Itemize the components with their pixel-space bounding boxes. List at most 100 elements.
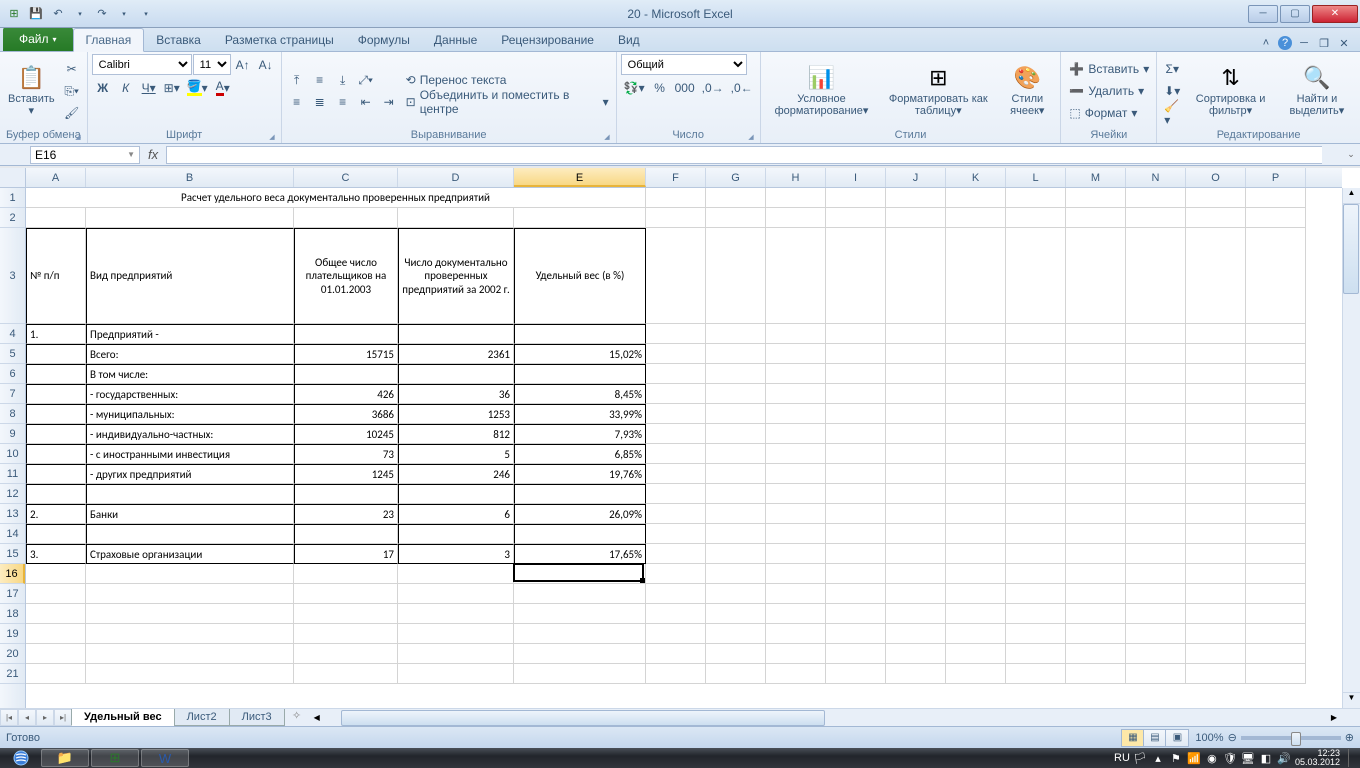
row-headers[interactable]: 123456789101112131415161718192021 [0,188,26,708]
normal-view-icon[interactable]: ▦ [1122,730,1144,746]
insert-cells-button[interactable]: ➕ Вставить ▾ [1065,59,1152,80]
tab-page-layout[interactable]: Разметка страницы [213,29,346,51]
tray-display-icon[interactable]: 🖥 [1241,751,1255,765]
align-top-icon[interactable]: ⤒ [286,70,308,91]
zoom-slider[interactable] [1241,736,1341,740]
sort-filter-button[interactable]: ⇅Сортировка и фильтр▾ [1185,58,1276,124]
workbook-min-icon[interactable]: ─ [1296,35,1312,51]
task-explorer[interactable]: 📁 [41,749,89,767]
redo-icon[interactable]: ↷ [92,4,112,24]
help-icon[interactable]: ? [1278,36,1292,50]
tray-vol-icon[interactable]: 🔊 [1277,751,1291,765]
show-desktop-button[interactable] [1348,749,1354,767]
tab-view[interactable]: Вид [606,29,652,51]
zoom-out-button[interactable]: ⊖ [1228,731,1237,744]
format-as-table-button[interactable]: ⊞Форматировать как таблицу▾ [880,58,996,124]
select-all-button[interactable] [0,168,26,188]
sheet-nav-prev[interactable]: ◂ [18,709,36,726]
zoom-level[interactable]: 100% [1195,732,1223,744]
format-painter-icon[interactable]: 🖌 [61,103,83,124]
number-format-select[interactable]: Общий [621,54,747,75]
font-name-select[interactable]: Calibri [92,54,192,75]
align-bottom-icon[interactable]: ⤓ [332,70,354,91]
align-right-icon[interactable]: ≡ [332,92,354,113]
merge-center-button[interactable]: ⊡ Объединить и поместить в центре ▾ [402,92,612,113]
increase-indent-icon[interactable]: ⇥ [378,92,400,113]
tab-home[interactable]: Главная [73,28,145,52]
tab-review[interactable]: Рецензирование [489,29,606,51]
sheet-tab-1[interactable]: Удельный вес [71,709,175,726]
cells-area[interactable]: Расчет удельного веса документально пров… [26,188,1342,708]
workbook-restore-icon[interactable]: ❐ [1316,35,1332,51]
copy-icon[interactable]: ⎘▾ [61,81,83,102]
tray-sync-icon[interactable]: ◉ [1205,751,1219,765]
border-icon[interactable]: ⊞▾ [161,77,183,98]
bold-button[interactable]: Ж [92,77,114,98]
fill-color-icon[interactable]: 🪣▾ [184,77,211,98]
decrease-font-icon[interactable]: A↓ [255,54,277,75]
task-excel[interactable]: ⊞ [91,749,139,767]
decrease-decimal-icon[interactable]: ,0← [728,77,756,98]
minimize-button[interactable]: ─ [1248,5,1278,23]
start-button[interactable] [2,749,40,767]
underline-button[interactable]: Ч▾ [138,77,160,98]
sheet-nav-first[interactable]: |◂ [0,709,18,726]
tab-file[interactable]: Файл ▾ [3,27,73,51]
tray-app-icon[interactable]: ◧ [1259,751,1273,765]
italic-button[interactable]: К [115,77,137,98]
cut-icon[interactable]: ✂ [61,59,83,80]
tray-action-icon[interactable]: ⚑ [1169,751,1183,765]
maximize-button[interactable]: ▢ [1280,5,1310,23]
name-box[interactable]: E16▼ [30,146,140,164]
find-select-button[interactable]: 🔍Найти и выделить▾ [1278,58,1356,124]
decrease-indent-icon[interactable]: ⇤ [355,92,377,113]
tray-clock[interactable]: 12:2305.03.2012 [1295,749,1340,767]
comma-icon[interactable]: 000 [672,77,698,98]
sheet-nav-next[interactable]: ▸ [36,709,54,726]
delete-cells-button[interactable]: ➖ Удалить ▾ [1065,81,1152,102]
autosum-icon[interactable]: Σ▾ [1161,59,1183,80]
qat-dd-1[interactable]: ▾ [70,4,90,24]
tray-lang[interactable]: RU [1115,751,1129,765]
orientation-icon[interactable]: ⤢▾ [355,70,377,91]
format-cells-button[interactable]: ⬚ Формат ▾ [1065,103,1152,124]
tab-data[interactable]: Данные [422,29,489,51]
increase-font-icon[interactable]: A↑ [232,54,254,75]
tray-flag-icon[interactable]: 🏳 [1133,751,1147,765]
currency-icon[interactable]: 💱▾ [621,77,648,98]
qat-dd-2[interactable]: ▾ [114,4,134,24]
align-left-icon[interactable]: ≡ [286,92,308,113]
close-button[interactable]: ✕ [1312,5,1358,23]
column-headers[interactable]: ABCDEFGHIJKLMNOP [26,168,1342,188]
qat-customize[interactable]: ▾ [136,4,156,24]
new-sheet-button[interactable]: ✧ [285,709,309,726]
expand-formula-icon[interactable]: ⌄ [1342,149,1360,160]
tab-insert[interactable]: Вставка [144,29,213,51]
tray-shield-icon[interactable]: 🛡 [1223,751,1237,765]
horizontal-scrollbar[interactable]: ◀ ▶ [309,709,1342,726]
tab-formulas[interactable]: Формулы [346,29,422,51]
fx-icon[interactable]: fx [140,147,166,162]
minimize-ribbon-icon[interactable]: ˄ [1258,35,1274,51]
paste-button[interactable]: 📋 Вставить▾ [4,58,59,124]
formula-input[interactable] [166,146,1322,164]
page-break-view-icon[interactable]: ▣ [1166,730,1188,746]
tray-net-icon[interactable]: 📶 [1187,751,1201,765]
sheet-tab-3[interactable]: Лист3 [229,709,285,726]
percent-icon[interactable]: % [649,77,671,98]
tray-arrow-icon[interactable]: ▴ [1151,751,1165,765]
clear-icon[interactable]: 🧹▾ [1161,103,1183,124]
workbook-close-icon[interactable]: ✕ [1336,35,1352,51]
font-color-icon[interactable]: A▾ [212,77,234,98]
increase-decimal-icon[interactable]: ,0→ [699,77,727,98]
conditional-formatting-button[interactable]: 📊Условное форматирование▾ [765,58,879,124]
align-center-icon[interactable]: ≣ [309,92,331,113]
vertical-scrollbar[interactable]: ▲ ▼ [1342,188,1360,708]
excel-icon[interactable]: ⊞ [4,4,24,24]
font-size-select[interactable]: 11 [193,54,231,75]
undo-icon[interactable]: ↶ [48,4,68,24]
align-middle-icon[interactable]: ≡ [309,70,331,91]
zoom-in-button[interactable]: ⊕ [1345,731,1354,744]
sheet-tab-2[interactable]: Лист2 [174,709,230,726]
cell-styles-button[interactable]: 🎨Стили ячеек▾ [998,58,1056,124]
